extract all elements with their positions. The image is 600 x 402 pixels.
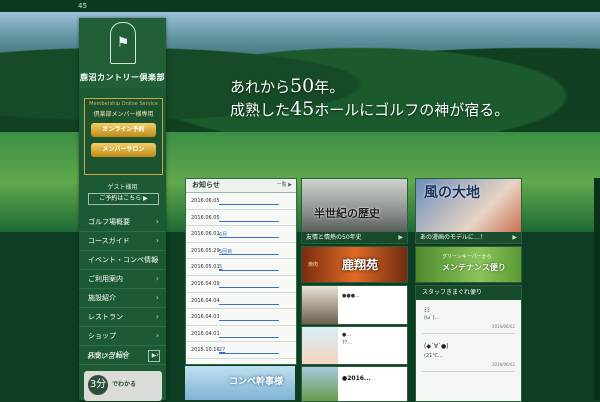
- news-row[interactable]: 2016.06.05: [186, 193, 296, 210]
- restaurant-title: 鹿翔苑: [342, 258, 379, 272]
- news-row[interactable]: 2016.04.04: [186, 293, 296, 310]
- news-row[interactable]: 2015.10.16 27: [186, 342, 296, 359]
- news-row[interactable]: 2016.06.05: [186, 210, 296, 227]
- news-row[interactable]: 2016.05.01 5: [186, 259, 296, 276]
- history-title: 半世紀の歴史: [314, 207, 380, 220]
- news-title: お知らせ: [192, 181, 220, 189]
- history-caption: 友情と情熱の50年史 ▶: [302, 232, 407, 243]
- member-salon-button[interactable]: メンバーサロン: [91, 143, 156, 157]
- divider: [422, 371, 515, 372]
- club-name: 鹿沼カントリー倶楽部: [80, 73, 165, 82]
- news-more-link[interactable]: 一覧 ▶: [277, 181, 292, 188]
- club-logo[interactable]: ⚑ 鹿沼カントリー倶楽部: [79, 18, 166, 88]
- club-crest-icon: ⚑: [110, 22, 136, 64]
- news-row[interactable]: 2016.04.09: [186, 276, 296, 293]
- staff-blog-title: スタッフきまぐれ便り: [416, 286, 521, 300]
- course-photo: [302, 367, 338, 401]
- chevron-right-icon: ›: [155, 312, 159, 321]
- arrow-right-icon: ▶: [512, 234, 517, 241]
- staff-blog-panel: スタッフきまぐれ便り ﾐﾐ (ω`)... 2016/06/02 (◆´∀`●)…: [415, 285, 522, 402]
- maintenance-card[interactable]: グリーンキーパーから メンテナンス便り: [415, 246, 522, 283]
- top-counter: 45: [78, 2, 87, 10]
- compe-title: コンペ幹事様: [229, 377, 284, 387]
- contact-link[interactable]: お問い合わせ ▶: [79, 347, 166, 365]
- history-card[interactable]: 半世紀の歴史 友情と情熱の50年史 ▶: [301, 178, 408, 244]
- staff-entry-body: (21℃...: [424, 353, 443, 359]
- news-row[interactable]: 2016.06.01 6月: [186, 226, 296, 243]
- kaze-caption: あの漫画のモデルに…！ ▶: [416, 232, 521, 243]
- staff-entry-body: (ω`)...: [424, 315, 440, 321]
- three-minute-banner[interactable]: 3分 でわかる: [84, 371, 162, 401]
- photo-entry[interactable]: ●●●...: [301, 285, 408, 325]
- staff-entry-title[interactable]: ﾐﾐ: [424, 305, 430, 314]
- chevron-right-icon: ›: [155, 217, 159, 226]
- nav-item-shop[interactable]: ショップ ›: [79, 327, 166, 346]
- staff-entry-date: 2016/06/02: [491, 324, 515, 329]
- restaurant-card[interactable]: 焼肉 鹿翔苑: [301, 246, 408, 283]
- staff-entry-title[interactable]: (◆´∀`●): [424, 343, 449, 350]
- three-minute-badge: 3分: [88, 375, 108, 395]
- staff-entry-date: 2016/06/02: [491, 362, 515, 367]
- guest-booking-button[interactable]: ご予約はこちら ▶: [88, 193, 159, 205]
- nav-item-facilities[interactable]: 施設紹介 ›: [79, 289, 166, 308]
- restaurant-sub: 焼肉: [308, 262, 319, 268]
- people-photo: [302, 286, 338, 324]
- photo-entry[interactable]: ●... ??...: [301, 326, 408, 365]
- guest-label: ゲスト様用: [107, 184, 138, 191]
- compe-banner[interactable]: コンペ幹事様: [185, 366, 295, 400]
- illustration-photo: [302, 327, 338, 364]
- chevron-right-icon: ›: [155, 293, 159, 302]
- nav-item-usage[interactable]: ご利用案内 ›: [79, 270, 166, 289]
- nav-item-restaurant[interactable]: レストラン ›: [79, 308, 166, 327]
- guest-section: ゲスト様用 ご予約はこちら ▶: [79, 180, 166, 208]
- news-panel: お知らせ 一覧 ▶ 2016.06.05 2016.06.05 2016.06.…: [185, 178, 297, 365]
- member-caption: Membership Online Service: [89, 101, 158, 107]
- kaze-card[interactable]: 風の大地 あの漫画のモデルに…！ ▶: [415, 178, 522, 244]
- nav-item-course-guide[interactable]: コースガイド ›: [79, 232, 166, 251]
- maintenance-title: メンテナンス便り: [442, 263, 506, 272]
- arrow-right-icon: ▶: [398, 234, 403, 241]
- member-box: Membership Online Service 倶楽部メンバー様専用 オンラ…: [84, 98, 163, 175]
- hero-tagline: あれから50年。 成熟した45ホールにゴルフの神が宿る。: [230, 75, 510, 120]
- news-row[interactable]: 2016.04.03: [186, 309, 296, 326]
- online-booking-button[interactable]: オンライン予約: [91, 123, 156, 137]
- chevron-right-icon: ›: [155, 274, 159, 283]
- kaze-title: 風の大地: [424, 185, 480, 201]
- chevron-right-icon: ›: [155, 255, 159, 264]
- news-row[interactable]: 2016.05.29 5回目: [186, 243, 296, 260]
- member-heading: 倶楽部メンバー様専用: [93, 111, 154, 118]
- news-header: お知らせ 一覧 ▶: [186, 179, 296, 193]
- three-minute-text: でわかる: [112, 381, 137, 388]
- sidebar-nav: ゴルフ場概要 › コースガイド › イベント・コンペ情報 › ご利用案内 › 施設紹介 ›…: [79, 213, 166, 365]
- chevron-right-icon: ›: [155, 331, 159, 340]
- arrow-right-icon: ▶: [148, 350, 160, 362]
- news-row[interactable]: 2016.04.01: [186, 326, 296, 343]
- right-edge: [594, 178, 600, 400]
- divider: [422, 333, 515, 334]
- nav-item-events[interactable]: イベント・コンペ情報 ›: [79, 251, 166, 270]
- nav-item-overview[interactable]: ゴルフ場概要 ›: [79, 213, 166, 232]
- chevron-right-icon: ›: [155, 236, 159, 245]
- top-bar: 45: [0, 0, 600, 12]
- sidebar: ⚑ 鹿沼カントリー倶楽部 Membership Online Service 倶…: [79, 18, 166, 401]
- maintenance-sub: グリーンキーパーから: [442, 254, 492, 260]
- photo-entry[interactable]: ●2016...: [301, 366, 408, 402]
